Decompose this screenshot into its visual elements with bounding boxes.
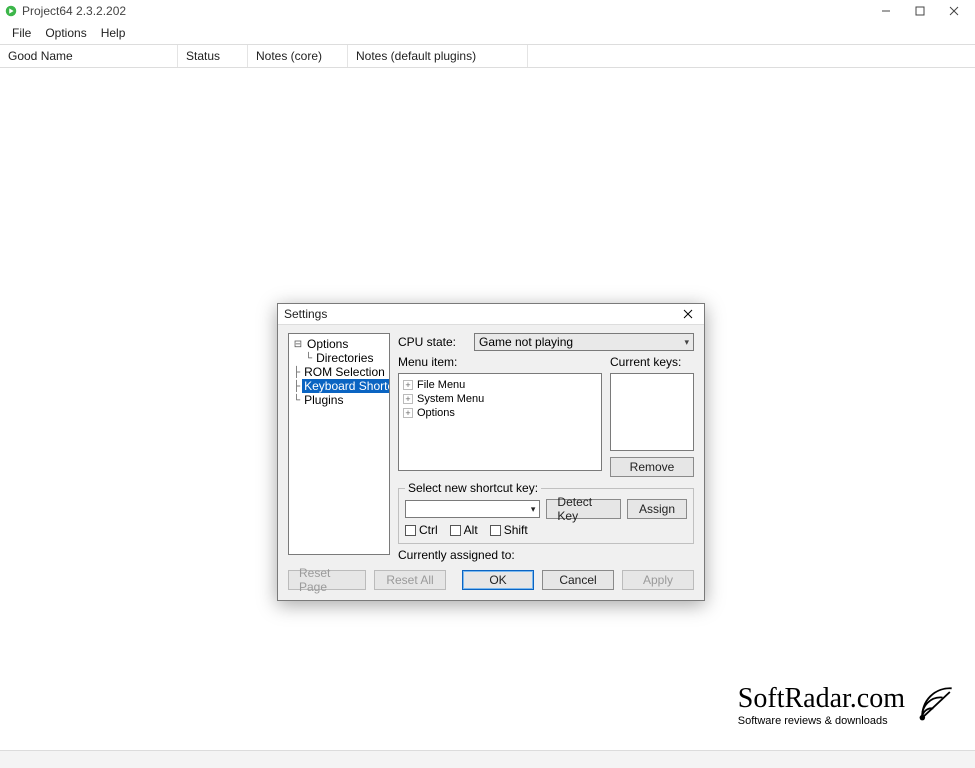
menu-item-label: Menu item: [398,355,604,369]
status-bar [0,750,975,768]
settings-tree[interactable]: ⊟ Options └ Directories ├ ROM Selection … [288,333,390,555]
dialog-titlebar: Settings [278,304,704,325]
tree-label: Options [305,337,350,351]
checkbox-box [405,525,416,536]
chevron-down-icon: ▾ [684,337,689,348]
tree-branch-icon: └ [293,395,300,406]
menu-item-tree[interactable]: + File Menu + System Menu + Options [398,373,602,471]
new-shortcut-group: Select new shortcut key: ▾ Detect Key As… [398,481,694,544]
ctrl-label: Ctrl [419,523,438,537]
tree-node-options[interactable]: ⊟ Options [291,337,387,351]
detect-key-button[interactable]: Detect Key [546,499,621,519]
titlebar: Project64 2.3.2.202 [0,0,975,22]
watermark-domain: SoftRadar.com [738,683,905,715]
app-icon [4,4,18,18]
tree-label: Directories [314,351,375,365]
mi-label: Options [417,407,455,419]
group-legend: Select new shortcut key: [405,481,541,495]
shift-checkbox[interactable]: Shift [490,523,528,537]
reset-page-button[interactable]: Reset Page [288,570,366,590]
col-good-name[interactable]: Good Name [0,45,178,67]
watermark-tagline: Software reviews & downloads [738,715,905,727]
app-title: Project64 2.3.2.202 [22,4,126,18]
currently-assigned-label: Currently assigned to: [398,548,694,562]
tree-branch-icon: ├ [293,381,300,392]
close-button[interactable] [937,0,971,22]
cpu-state-label: CPU state: [398,335,468,349]
apply-button[interactable]: Apply [622,570,694,590]
menu-options[interactable]: Options [39,24,92,42]
tree-branch-icon: ├ [293,367,300,378]
column-headers: Good Name Status Notes (core) Notes (def… [0,44,975,68]
current-keys-pane: Remove [610,373,694,477]
watermark: SoftRadar.com Software reviews & downloa… [738,681,959,728]
content-area: Settings ⊟ Options └ Directories [0,68,975,750]
col-notes-core[interactable]: Notes (core) [248,45,348,67]
menu-file[interactable]: File [6,24,37,42]
minimize-button[interactable] [869,0,903,22]
dialog-buttons: Reset Page Reset All OK Cancel Apply [278,566,704,600]
cancel-button[interactable]: Cancel [542,570,614,590]
tree-node-keyboard-shortcuts[interactable]: ├ Keyboard Shortcuts [291,379,387,393]
mi-label: System Menu [417,393,484,405]
dialog-body: ⊟ Options └ Directories ├ ROM Selection … [278,325,704,566]
dialog-close-button[interactable] [678,305,698,323]
settings-dialog: Settings ⊟ Options └ Directories [277,303,705,601]
menu-item-file-menu[interactable]: + File Menu [403,378,597,392]
tree-label: Keyboard Shortcuts [302,379,390,393]
col-notes-default-plugins[interactable]: Notes (default plugins) [348,45,528,67]
menu-item-options[interactable]: + Options [403,406,597,420]
tree-label: ROM Selection [302,365,387,379]
maximize-button[interactable] [903,0,937,22]
expand-icon[interactable]: + [403,408,413,418]
checkbox-box [450,525,461,536]
current-keys-label: Current keys: [610,355,694,369]
current-keys-list[interactable] [610,373,694,451]
menubar: File Options Help [0,22,975,44]
tree-node-directories[interactable]: └ Directories [291,351,387,365]
collapse-icon[interactable]: ⊟ [293,339,303,350]
settings-right-pane: CPU state: Game not playing ▾ Menu item:… [398,333,694,562]
shortcut-key-combo[interactable]: ▾ [405,500,540,518]
alt-label: Alt [464,523,478,537]
tree-label: Plugins [302,393,345,407]
tree-branch-icon: └ [305,353,312,364]
alt-checkbox[interactable]: Alt [450,523,478,537]
window-controls [869,0,971,22]
cpu-state-select[interactable]: Game not playing ▾ [474,333,694,351]
assign-button[interactable]: Assign [627,499,687,519]
chevron-down-icon: ▾ [531,504,536,515]
ok-button[interactable]: OK [462,570,534,590]
ctrl-checkbox[interactable]: Ctrl [405,523,438,537]
remove-button[interactable]: Remove [610,457,694,477]
main-window: Project64 2.3.2.202 File Options Help Go… [0,0,975,768]
radar-icon [915,681,959,728]
tree-node-rom-selection[interactable]: ├ ROM Selection [291,365,387,379]
tree-node-plugins[interactable]: └ Plugins [291,393,387,407]
shift-label: Shift [504,523,528,537]
mi-label: File Menu [417,379,465,391]
menu-item-system-menu[interactable]: + System Menu [403,392,597,406]
dialog-title: Settings [284,307,678,321]
cpu-state-value: Game not playing [479,335,573,349]
checkbox-box [490,525,501,536]
menu-help[interactable]: Help [95,24,132,42]
expand-icon[interactable]: + [403,394,413,404]
expand-icon[interactable]: + [403,380,413,390]
col-status[interactable]: Status [178,45,248,67]
reset-all-button[interactable]: Reset All [374,570,446,590]
